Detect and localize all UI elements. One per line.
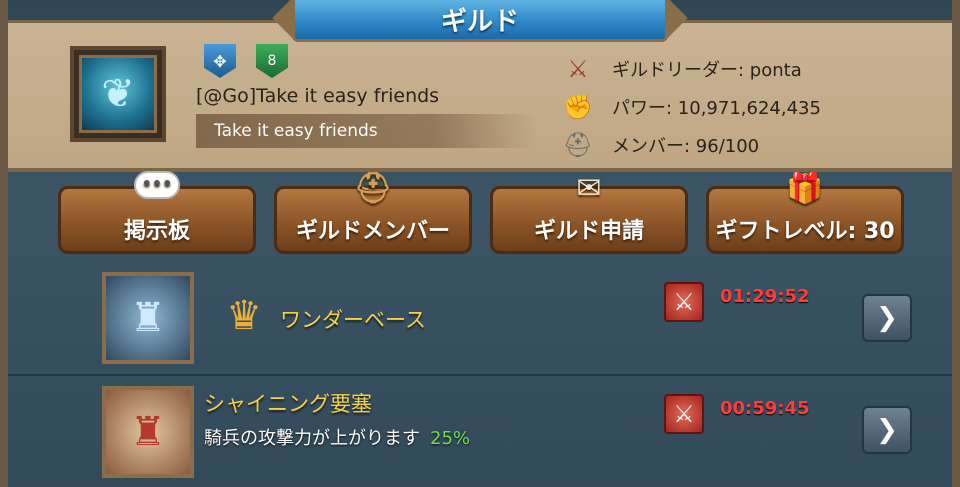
guild-members-button-label: ギルドメンバー (295, 219, 450, 244)
guild-leader-row: ⚔ ギルドリーダー: ponta (560, 52, 802, 86)
guild-members-row: ⛑ メンバー: 96/100 (560, 128, 759, 162)
wonder-title: ワンダーベース (280, 308, 426, 332)
guild-leader-label: ギルドリーダー: ponta (612, 60, 802, 81)
member-helmet-icon: ⛑ (562, 131, 594, 159)
guild-description-text: Take it easy friends (214, 121, 378, 141)
wonder-castle-icon: ♜ (102, 272, 194, 364)
jellyfish-icon: ❦ (79, 55, 157, 133)
chevron-right-icon: ❯ (876, 303, 898, 333)
board-button[interactable]: ••• 掲示板 (58, 171, 256, 254)
window-title: ギルド (292, 0, 668, 42)
guild-power-row: ✊ パワー: 10,971,624,435 (560, 90, 821, 124)
guild-members-label: メンバー: 96/100 (612, 136, 760, 157)
fortress-icon: ♜ (102, 386, 194, 478)
guild-name: [@Go]Take it easy friends (196, 85, 440, 107)
fortress-effect-percent: 25% (430, 428, 471, 449)
crown-trophy-icon: ♛ (226, 293, 262, 339)
guild-members-button[interactable]: ⛑ ギルドメンバー (274, 171, 472, 254)
gift-level-button[interactable]: 🎁 ギフトレベル: 30 (706, 171, 904, 254)
power-fist-icon: ✊ (563, 93, 593, 121)
leader-crest-icon: ⚔ (567, 55, 589, 83)
board-button-label: 掲示板 (123, 219, 190, 244)
guild-apply-button[interactable]: ✉ ギルド申請 (490, 171, 688, 254)
guild-level-value: 8 (267, 53, 277, 69)
wonder-timer: 01:29:52 (720, 286, 810, 307)
chevron-right-icon: ❯ (876, 415, 898, 445)
guild-power-label: パワー: 10,971,624,435 (612, 98, 821, 119)
list-item-fortress: ♜ シャイニング要塞 騎兵の攻撃力が上がります 25% ⚔ 00:59:45 ❯ (8, 378, 952, 487)
gift-level-button-label: ギフトレベル: 30 (715, 219, 895, 244)
guild-description: Take it easy friends (196, 114, 536, 148)
fortress-effect-text: 騎兵の攻撃力が上がります (204, 428, 420, 449)
list-item-wonder: ♜ ♛ ワンダーベース ⚔ 01:29:52 ❯ (8, 266, 952, 376)
chat-bubble-icon: ••• (134, 171, 180, 199)
gift-box-icon: 🎁 (786, 171, 824, 206)
wonder-detail-button[interactable]: ❯ (862, 294, 912, 342)
fortress-timer: 00:59:45 (720, 398, 810, 419)
fortress-detail-button[interactable]: ❯ (862, 406, 912, 454)
crossed-swords-icon: ⚔ (664, 394, 704, 434)
fortress-effect: 騎兵の攻撃力が上がります 25% (204, 424, 470, 450)
guild-apply-button-label: ギルド申請 (533, 219, 644, 244)
crossed-swords-icon: ⚔ (664, 282, 704, 322)
guild-emblem[interactable]: ❦ (70, 46, 166, 142)
scroll-letter-icon: ✉ (576, 171, 602, 206)
spartan-helmet-icon: ⛑ (353, 171, 393, 206)
fortress-title: シャイニング要塞 (204, 392, 372, 416)
